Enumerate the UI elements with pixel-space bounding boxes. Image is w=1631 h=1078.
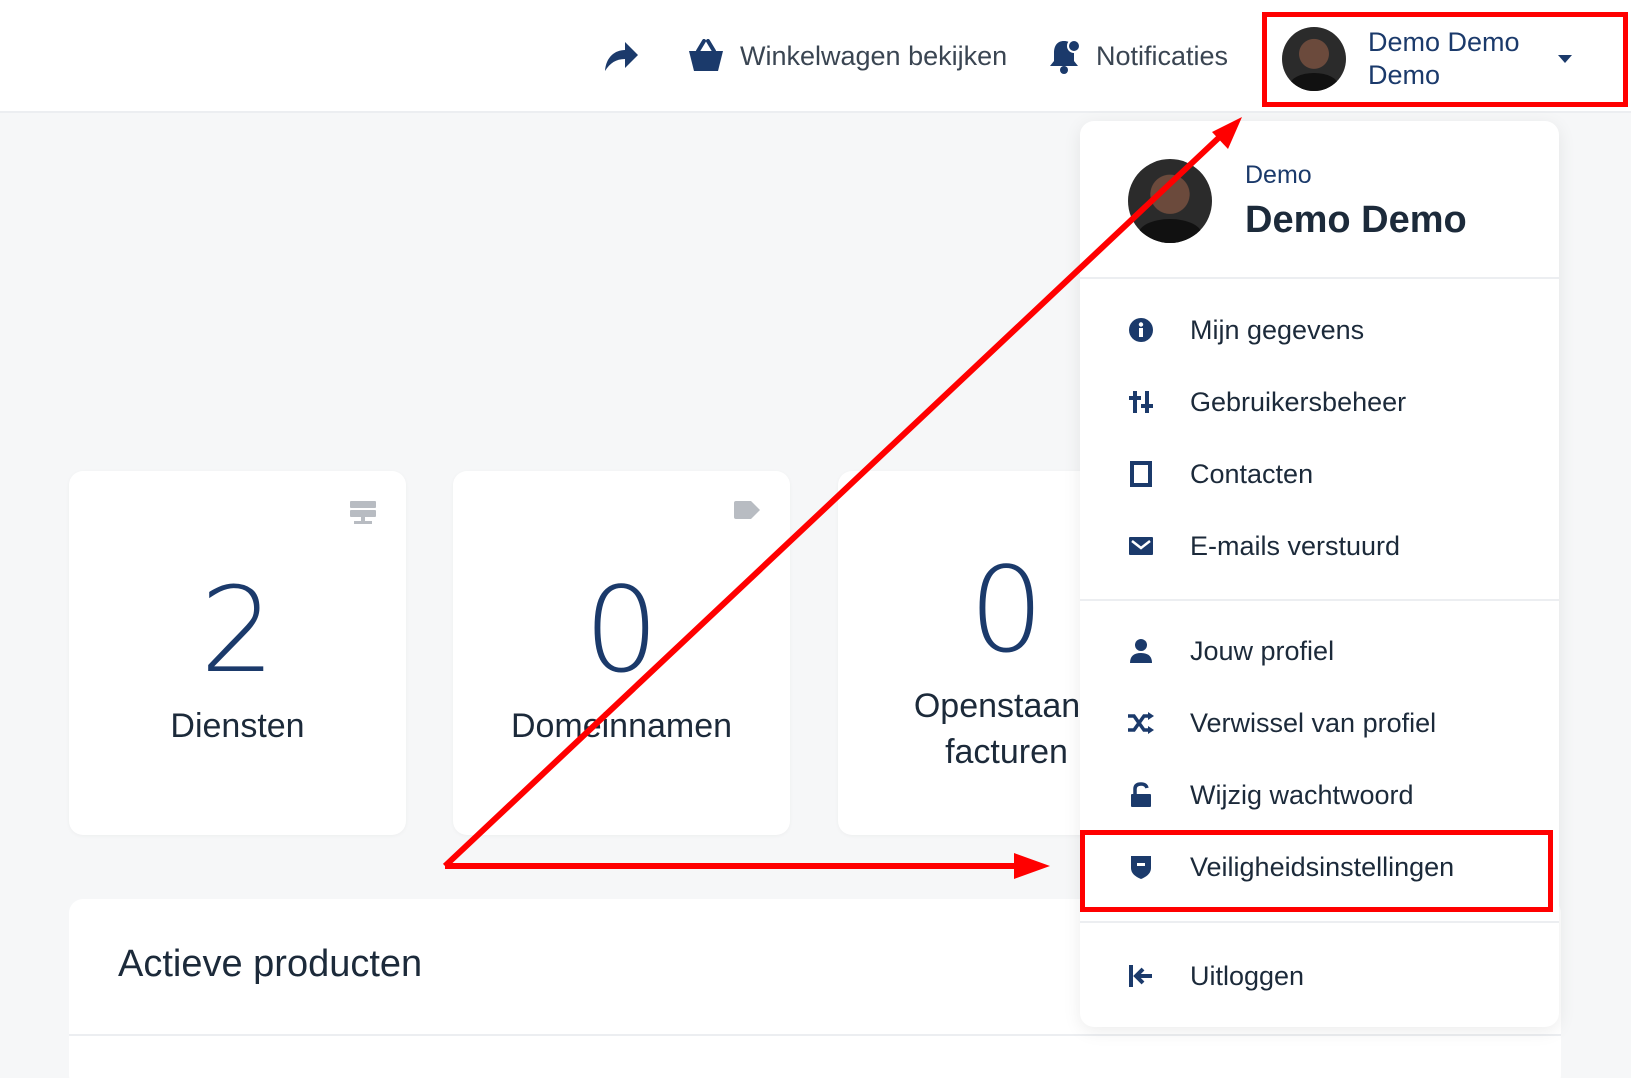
dropdown-title: Demo Demo	[1245, 199, 1467, 241]
menu-item-label: Gebruikersbeheer	[1190, 386, 1407, 417]
menu-item-logout[interactable]: Uitloggen	[1080, 946, 1559, 1006]
stat-value: 2	[199, 561, 276, 699]
logout-icon	[1126, 961, 1156, 991]
divider	[69, 1034, 1561, 1036]
contacts-book-icon	[1126, 459, 1156, 489]
view-cart-button[interactable]: Winkelwagen bekijken	[688, 30, 1007, 82]
arrow-to-security-head	[1014, 853, 1050, 879]
dropdown-header: Demo Demo Demo	[1080, 121, 1559, 279]
menu-item-emails-sent[interactable]: E-mails verstuurd	[1080, 516, 1559, 576]
menu-item-your-profile[interactable]: Jouw profiel	[1080, 621, 1559, 681]
menu-item-switch-profile[interactable]: Verwissel van profiel	[1080, 693, 1559, 753]
menu-item-label: Wijzig wachtwoord	[1190, 779, 1414, 810]
stat-value: 0	[583, 561, 660, 699]
menu-item-label: Contacten	[1190, 458, 1314, 489]
notifications-label: Notificaties	[1096, 40, 1229, 71]
highlight-user-menu	[1262, 12, 1628, 107]
stat-label: Domeinnamen	[510, 707, 733, 745]
menu-item-label: E-mails verstuurd	[1190, 530, 1401, 561]
menu-item-label: Jouw profiel	[1190, 635, 1335, 666]
info-icon	[1126, 315, 1156, 345]
menu-item-contacts[interactable]: Contacten	[1080, 444, 1559, 504]
menu-item-label: Verwissel van profiel	[1190, 707, 1437, 738]
menu-item-my-details[interactable]: Mijn gegevens	[1080, 300, 1559, 360]
menu-item-label: Mijn gegevens	[1190, 314, 1365, 345]
unlock-icon	[1126, 780, 1156, 810]
stat-card-domains[interactable]: 0 Domeinnamen	[453, 471, 790, 835]
shuffle-icon	[1126, 708, 1156, 738]
notifications-button[interactable]: Notificaties	[1048, 30, 1228, 82]
highlight-security-settings	[1080, 830, 1553, 912]
share-button[interactable]	[603, 30, 639, 82]
view-cart-label: Winkelwagen bekijken	[740, 40, 1008, 71]
user-icon	[1126, 636, 1156, 666]
basket-icon	[689, 39, 723, 71]
menu-item-change-password[interactable]: Wijzig wachtwoord	[1080, 765, 1559, 825]
dropdown-subtitle: Demo	[1245, 161, 1312, 189]
stat-label: Diensten	[170, 707, 305, 745]
server-icon	[350, 501, 376, 530]
active-products-title: Actieve producten	[118, 943, 423, 985]
sliders-icon	[1126, 387, 1156, 417]
bell-icon	[1050, 39, 1080, 74]
divider	[1080, 921, 1559, 923]
share-arrow-icon	[605, 42, 638, 71]
menu-item-user-management[interactable]: Gebruikersbeheer	[1080, 372, 1559, 432]
envelope-icon	[1126, 531, 1156, 561]
menu-item-label: Uitloggen	[1190, 960, 1305, 991]
divider	[1080, 599, 1559, 601]
tag-icon	[734, 501, 760, 524]
stat-card-services[interactable]: 2 Diensten	[69, 471, 406, 835]
avatar	[1128, 159, 1212, 243]
